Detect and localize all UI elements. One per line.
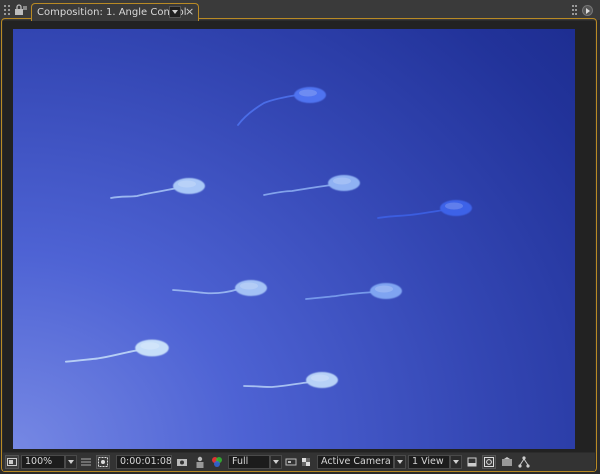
sprite-layer-2[interactable] — [110, 178, 205, 199]
panel-menu-grip-icon — [572, 5, 578, 15]
sprites-layer — [64, 87, 472, 388]
resolution-dropdown[interactable] — [270, 455, 282, 469]
sprite-tail — [377, 209, 445, 219]
sprite-highlight — [311, 374, 329, 382]
tab-composition[interactable]: Composition: 1. Angle Control × — [31, 3, 199, 21]
sprite-highlight — [140, 342, 160, 350]
sprite-highlight — [240, 282, 258, 290]
sprite-tail — [263, 184, 333, 196]
snapshot-icon[interactable] — [175, 455, 189, 469]
sprite-tail — [172, 288, 240, 295]
fast-previews-icon[interactable] — [284, 455, 298, 469]
toggle-mask-icon[interactable] — [482, 455, 496, 469]
timecode-field[interactable]: 0:00:01:08 — [116, 455, 172, 469]
composition-dropdown-button[interactable] — [169, 6, 181, 18]
tab-composition-label: Composition: 1. Angle Control — [37, 7, 187, 18]
sprite-highlight — [333, 177, 351, 185]
sprite-layer-5[interactable] — [172, 280, 267, 296]
region-of-interest-icon[interactable] — [96, 455, 110, 469]
sprite-tail — [243, 381, 311, 388]
sprite-layer-7[interactable] — [64, 339, 169, 363]
active-camera-field[interactable]: Active Camera — [317, 455, 394, 469]
composition-viewer[interactable] — [3, 21, 595, 452]
color-channels-icon[interactable] — [210, 455, 224, 469]
sprite-highlight — [299, 89, 317, 97]
sprite-tail — [64, 349, 141, 363]
sprite-layer-1[interactable] — [237, 87, 326, 126]
magnification-dropdown[interactable] — [65, 455, 77, 469]
viewer-toolbar: 100% 0:00:01:08 Full Active Camera 1 Vie… — [3, 453, 595, 471]
sprite-highlight — [178, 180, 196, 188]
sprite-highlight — [375, 285, 393, 293]
sprite-tail — [305, 291, 375, 300]
views-field[interactable]: 1 View — [408, 455, 450, 469]
always-preview-icon[interactable] — [5, 455, 19, 469]
views-dropdown[interactable] — [450, 455, 462, 469]
panel-grip-icon[interactable] — [4, 5, 12, 15]
sprite-layer-8[interactable] — [243, 372, 338, 388]
show-snapshot-icon[interactable] — [193, 455, 207, 469]
sprite-layer-6[interactable] — [305, 283, 402, 300]
camera-dropdown[interactable] — [394, 455, 406, 469]
close-icon[interactable]: × — [185, 5, 194, 18]
sprite-layer-3[interactable] — [263, 175, 360, 196]
resolution-field[interactable]: Full — [228, 455, 270, 469]
reset-exposure-icon[interactable] — [500, 455, 514, 469]
sprite-highlight — [445, 202, 463, 210]
toggle-pixel-aspect-icon[interactable] — [465, 455, 479, 469]
lock-icon[interactable] — [14, 4, 28, 16]
sprite-tail — [110, 187, 178, 199]
composition-canvas[interactable] — [13, 29, 575, 449]
panel-menu-button[interactable] — [582, 5, 593, 16]
sprite-tail — [237, 94, 299, 126]
flowchart-icon[interactable] — [517, 455, 531, 469]
magnification-field[interactable]: 100% — [21, 455, 65, 469]
transparency-grid-icon[interactable] — [300, 455, 314, 469]
sprite-layer-4[interactable] — [377, 200, 472, 219]
grid-icon[interactable] — [79, 455, 93, 469]
